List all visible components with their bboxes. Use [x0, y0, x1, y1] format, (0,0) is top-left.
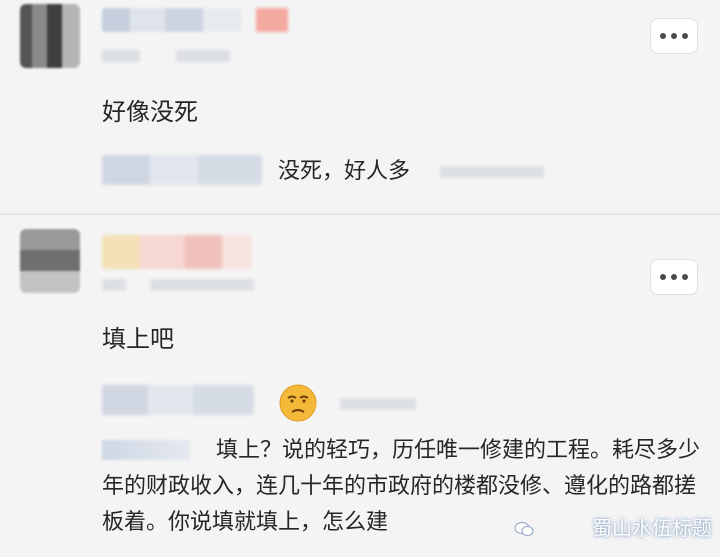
- meta-blurred: [440, 166, 544, 178]
- badge-blurred: [256, 8, 288, 32]
- meta-blurred: [340, 398, 416, 410]
- username-blurred[interactable]: [102, 235, 252, 269]
- meta-blurred: [102, 50, 140, 62]
- username-blurred[interactable]: [102, 8, 242, 32]
- reply-username-blurred[interactable]: [102, 385, 254, 415]
- meta-blurred: [102, 279, 126, 291]
- meta-blurred: [150, 279, 254, 291]
- unamused-face-icon: [279, 384, 317, 422]
- wechat-logo-icon: [514, 522, 534, 536]
- comment-item: 填上吧 填上？说的轻巧，历任唯一修建的工程。耗尽多少年的财政收入，连几十年的市政…: [0, 213, 720, 557]
- reply-username-blurred[interactable]: [102, 440, 190, 460]
- comment-text: 填上吧: [102, 325, 174, 353]
- reply-username-blurred[interactable]: [102, 155, 262, 185]
- avatar[interactable]: [20, 4, 80, 68]
- comment-item: 好像没死 没死，好人多: [0, 0, 720, 212]
- more-options-icon: [660, 274, 666, 280]
- more-options-button[interactable]: [650, 18, 698, 54]
- more-options-button[interactable]: [650, 259, 698, 295]
- more-options-icon: [660, 33, 666, 39]
- watermark: 蜀山水伍标题: [592, 516, 712, 540]
- meta-blurred: [176, 50, 230, 62]
- comment-text: 好像没死: [102, 98, 198, 126]
- reply-text: 没死，好人多: [278, 159, 411, 184]
- avatar[interactable]: [20, 229, 80, 293]
